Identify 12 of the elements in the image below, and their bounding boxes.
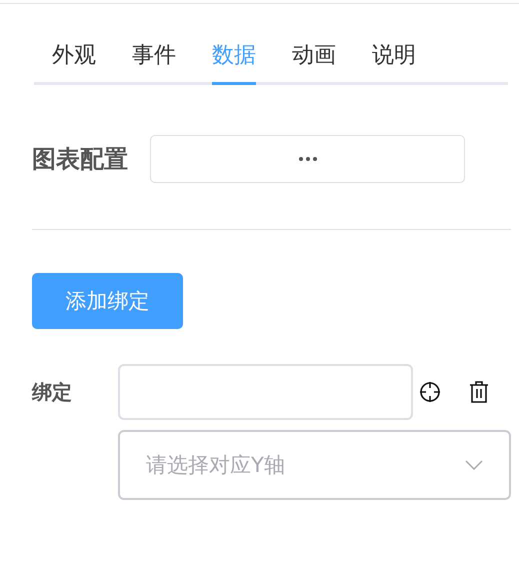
field-label: 绑定 — [32, 378, 73, 406]
field-label: 图表配置 — [32, 144, 128, 175]
tab[interactable]: 外观 — [52, 30, 96, 85]
more-icon — [298, 157, 316, 161]
tab[interactable]: 事件 — [132, 30, 176, 85]
delete-icon[interactable] — [469, 381, 489, 403]
tab[interactable]: 动画 — [292, 30, 336, 85]
chevron-down-icon — [465, 460, 483, 470]
input-field[interactable] — [118, 364, 413, 420]
tab[interactable]: 说明 — [372, 30, 416, 85]
crosshair-icon[interactable] — [419, 381, 441, 403]
placeholder: 请选择对应Y轴 — [146, 452, 285, 479]
